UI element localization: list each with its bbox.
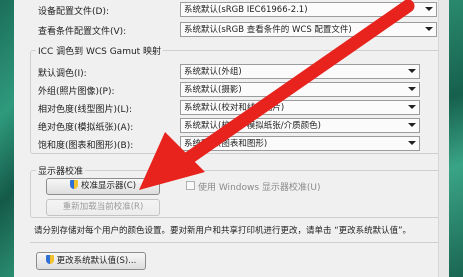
reload-calibration-button[interactable]: 重新加载当前校准(R): [46, 199, 160, 216]
viewing-profile-label: 查看条件配置文件(V):: [38, 27, 127, 37]
absolute-colorimetric-value: 系统默认(校对 - 模拟纸张/介质颜色): [184, 121, 321, 131]
chevron-down-icon: [408, 141, 416, 145]
use-windows-calibration-label: 使用 Windows 显示器校准(U): [198, 183, 321, 193]
saturation-dropdown[interactable]: 系统默认(图表和图形): [180, 136, 420, 151]
chevron-down-icon: [408, 105, 416, 109]
perceptual-label: 外组(照片图像)(P):: [38, 87, 115, 97]
perceptual-dropdown[interactable]: 系统默认(摄影): [180, 82, 420, 97]
perceptual-value: 系统默认(摄影): [184, 85, 242, 95]
change-system-defaults-button[interactable]: 更改系统默认值(S)...: [36, 252, 146, 270]
chevron-down-icon: [408, 87, 416, 91]
viewing-profile-value: 系统默认(sRGB 查看条件的 WCS 配置文件): [184, 25, 352, 35]
uac-shield-icon: [69, 180, 78, 189]
gamut-mapping-title: ICC 调色到 WCS Gamut 映射: [36, 44, 164, 57]
use-windows-calibration-checkbox[interactable]: [186, 181, 195, 190]
default-rendering-value: 系统默认(外组): [184, 67, 242, 77]
color-management-advanced-panel: 设备配置文件(D): 系统默认(sRGB IEC61966-2.1) 查看条件配…: [14, 0, 449, 277]
relative-colorimetric-value: 系统默认(校对和线条图片): [184, 103, 285, 113]
desktop-background-right: [448, 0, 463, 277]
vertical-scrollbar[interactable]: [438, 0, 449, 277]
chevron-down-icon: [425, 27, 433, 31]
default-rendering-dropdown[interactable]: 系统默认(外组): [180, 64, 420, 79]
saturation-value: 系统默认(图表和图形): [184, 139, 268, 149]
absolute-colorimetric-dropdown[interactable]: 系统默认(校对 - 模拟纸张/介质颜色): [180, 118, 420, 133]
viewing-profile-dropdown[interactable]: 系统默认(sRGB 查看条件的 WCS 配置文件): [180, 22, 437, 37]
saturation-label: 饱和度(图表和图形)(B):: [38, 141, 134, 151]
desktop-background-left: [0, 0, 14, 277]
calibration-title: 显示器校准: [36, 164, 86, 177]
system-defaults-note: 请分别存储对每个用户的颜色设置。要对新用户和共享打印机进行更改，请单击 “更改系…: [34, 226, 412, 236]
relative-colorimetric-label: 相对色度(线型图片)(L):: [38, 105, 133, 115]
default-rendering-label: 默认调色(I):: [38, 69, 87, 79]
change-system-defaults-label: 更改系统默认值(S)...: [56, 256, 137, 266]
device-profile-value: 系统默认(sRGB IEC61966-2.1): [184, 5, 308, 15]
chevron-down-icon: [408, 69, 416, 73]
calibrate-display-label: 校准显示器(C): [80, 181, 137, 191]
chevron-down-icon: [408, 123, 416, 127]
device-profile-label: 设备配置文件(D):: [38, 7, 109, 17]
calibrate-display-button[interactable]: 校准显示器(C): [46, 178, 160, 195]
reload-calibration-label: 重新加载当前校准(R): [62, 202, 144, 212]
divider: [30, 242, 442, 243]
uac-shield-icon: [45, 255, 54, 264]
device-profile-dropdown[interactable]: 系统默认(sRGB IEC61966-2.1): [180, 2, 437, 17]
relative-colorimetric-dropdown[interactable]: 系统默认(校对和线条图片): [180, 100, 420, 115]
absolute-colorimetric-label: 绝对色度(模拟纸张)(A):: [38, 123, 134, 133]
chevron-down-icon: [425, 7, 433, 11]
